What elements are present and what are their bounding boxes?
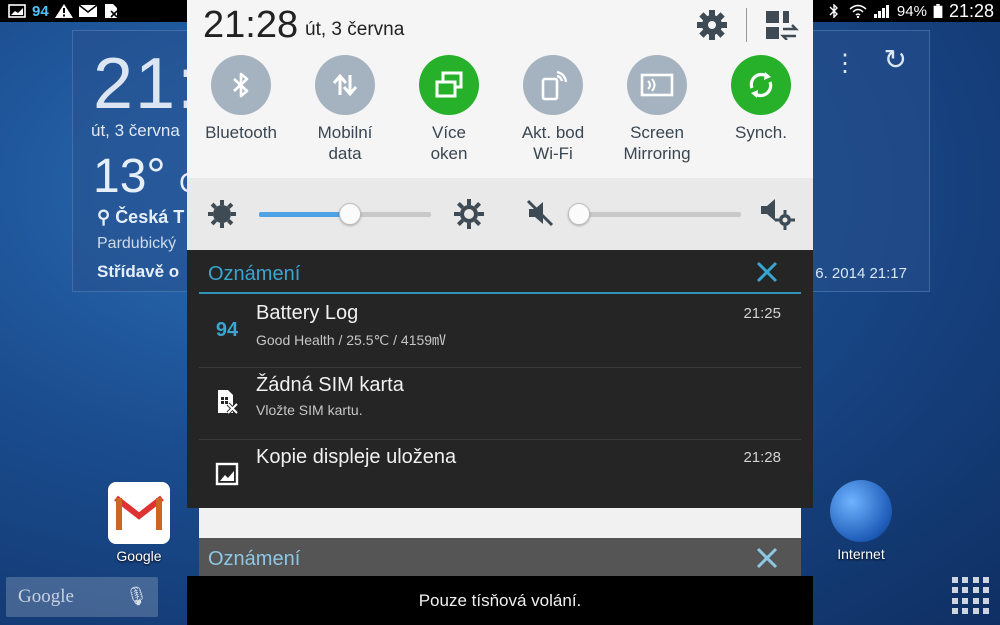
notification-no-sim[interactable]: Žádná SIM karta Vložte SIM kartu.	[199, 368, 801, 440]
brightness-slider-knob[interactable]	[339, 203, 362, 225]
status-time: 21:28	[948, 0, 994, 21]
notification-panel: 21:28 út, 3 června Bluetooth Mobilní dat…	[187, 0, 813, 625]
notification-time: 21:28	[743, 449, 781, 466]
brightness-high-icon	[454, 199, 484, 229]
notification-text: Vložte SIM kartu.	[256, 402, 363, 418]
toggle-sync[interactable]: Synch.	[709, 55, 813, 143]
signal-icon	[873, 5, 889, 18]
brightness-slider[interactable]	[259, 203, 431, 225]
header-divider	[746, 8, 747, 42]
google-search-bar[interactable]: Google 🎙	[6, 577, 158, 617]
notification-screenshot[interactable]: Kopie displeje uložena 21:28	[199, 440, 801, 512]
brightness-slider-fill	[259, 212, 351, 217]
widget-menu-icon[interactable]: ⋮	[833, 49, 857, 78]
google-app[interactable]: Google	[94, 482, 184, 564]
apps-drawer-icon[interactable]	[952, 577, 990, 615]
no-sim-icon	[211, 386, 243, 418]
toggle-multi-window-label: Více oken	[430, 123, 468, 163]
screen-mirroring-icon	[627, 55, 687, 115]
quick-settings-header: 21:28 út, 3 června	[187, 0, 813, 48]
ghost-close-icon	[756, 547, 778, 569]
notification-title: Battery Log	[256, 302, 359, 324]
sliders-row	[187, 178, 813, 250]
widget-temperature: 13° C	[93, 150, 199, 203]
toggle-bluetooth[interactable]: Bluetooth	[189, 55, 293, 143]
mobile-data-icon	[315, 55, 375, 115]
emergency-calls-bar: Pouze tísňová volání.	[187, 576, 813, 625]
quick-settings: 21:28 út, 3 června Bluetooth Mobilní dat…	[187, 0, 813, 250]
toggle-screen-mirroring-label: Screen Mirroring	[623, 123, 691, 163]
hotspot-icon	[523, 55, 583, 115]
toggle-hotspot[interactable]: Akt. bod Wi-Fi	[501, 55, 605, 164]
email-icon	[78, 4, 97, 17]
notifications-area: Oznámení 94 Battery Log Good Health / 25…	[187, 250, 813, 508]
widget-refresh-icon[interactable]: ↻	[884, 43, 907, 76]
wifi-status-icon	[849, 4, 867, 18]
volume-slider-knob[interactable]	[568, 203, 590, 225]
brightness-low-icon	[208, 200, 236, 228]
notification-time: 21:25	[743, 305, 781, 322]
internet-app[interactable]: Internet	[816, 480, 906, 562]
toggle-sync-label: Synch.	[735, 123, 787, 142]
toggle-hotspot-label: Akt. bod Wi-Fi	[521, 123, 585, 163]
quick-toggles: Bluetooth Mobilní data Více oken Akt. bod W…	[187, 55, 813, 170]
notifications-header: Oznámení	[199, 250, 801, 294]
no-sim-status-icon	[104, 4, 118, 18]
widget-date: út, 3 června	[91, 121, 180, 140]
multi-window-icon	[419, 55, 479, 115]
gmail-icon	[108, 482, 170, 544]
toggle-mobile-data-label: Mobilní data	[317, 123, 373, 163]
search-placeholder: Google	[18, 586, 74, 607]
widget-region: Pardubický	[97, 235, 177, 252]
bluetooth-status-icon	[829, 4, 838, 18]
toggle-screen-mirroring[interactable]: Screen Mirroring	[605, 55, 709, 164]
notification-battery-log[interactable]: 94 Battery Log Good Health / 25.5℃ / 415…	[199, 296, 801, 368]
globe-icon	[830, 480, 892, 542]
notification-text: Good Health / 25.5℃ / 4159㎷	[256, 332, 447, 348]
widget-time: 21:	[93, 44, 200, 124]
edit-toggles-icon[interactable]	[765, 10, 799, 40]
settings-gear-icon[interactable]	[695, 8, 729, 42]
screenshot-status-icon	[8, 4, 26, 18]
panel-ghost-sliders	[199, 508, 801, 538]
clear-notifications-icon[interactable]	[755, 260, 779, 284]
internet-app-label: Internet	[837, 546, 885, 562]
battery-percent: 94%	[896, 2, 927, 20]
sound-settings-icon[interactable]	[759, 196, 795, 230]
sync-icon	[731, 55, 791, 115]
widget-location: ⚲ Česká T	[97, 207, 185, 227]
toggle-mobile-data[interactable]: Mobilní data	[293, 55, 397, 164]
toggle-multi-window[interactable]: Více oken	[397, 55, 501, 164]
panel-date: út, 3 června	[305, 19, 405, 40]
screenshot-icon	[211, 458, 243, 490]
panel-ghost-header: Oznámení	[199, 538, 801, 578]
panel-time: 21:28	[203, 4, 299, 46]
notifications-title: Oznámení	[208, 263, 301, 285]
volume-slider[interactable]	[568, 203, 741, 225]
microphone-icon[interactable]: 🎙	[125, 586, 148, 607]
notification-title: Žádná SIM karta	[256, 374, 404, 396]
widget-weather: Střídavě o	[97, 262, 180, 281]
battery-log-status-icon: 94	[32, 2, 49, 20]
ghost-notifications-title: Oznámení	[208, 548, 301, 570]
toggle-bluetooth-label: Bluetooth	[205, 123, 277, 142]
battery-log-icon: 94	[215, 318, 239, 341]
google-app-label: Google	[116, 548, 162, 564]
volume-mute-icon	[526, 199, 554, 227]
bluetooth-icon	[211, 55, 271, 115]
notification-title: Kopie displeje uložena	[256, 446, 457, 468]
widget-updated: 6. 2014 21:17	[815, 265, 907, 282]
warning-icon	[54, 4, 73, 18]
battery-icon	[933, 4, 943, 18]
